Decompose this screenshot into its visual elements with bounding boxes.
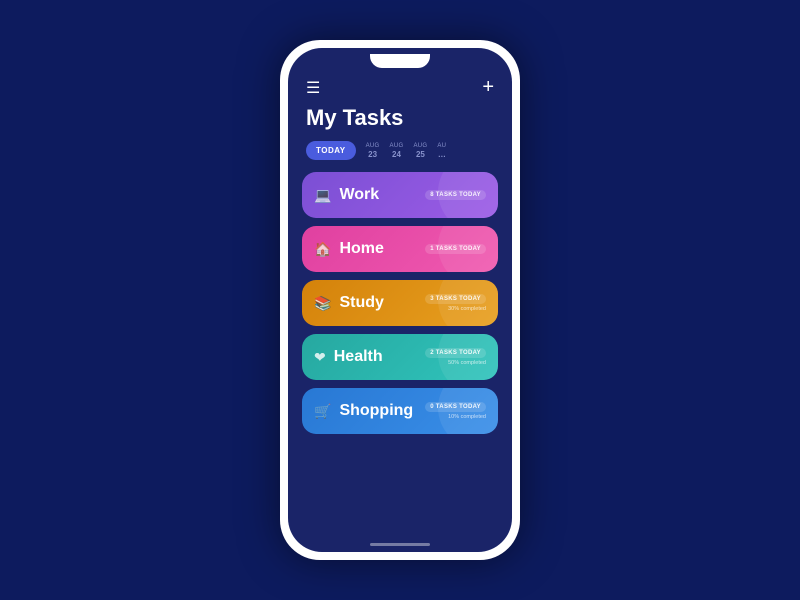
task-progress: 10% completed — [448, 414, 486, 420]
task-right: 0 TASKS today 10% completed — [425, 402, 486, 420]
date-aug25[interactable]: AUG 25 — [413, 143, 427, 159]
task-card-home[interactable]: 🏠 Home 1 TASKS today — [302, 226, 498, 272]
task-name: Health — [334, 348, 383, 366]
study-icon: 📚 — [314, 295, 331, 312]
task-name: Home — [339, 240, 383, 258]
page-title: My Tasks — [288, 105, 512, 141]
date-day: 25 — [416, 150, 425, 159]
task-right: 2 TASKS today 50% completed — [425, 348, 486, 366]
work-icon: 💻 — [314, 187, 331, 204]
date-month: AUG — [366, 143, 380, 149]
date-month: AUG — [390, 143, 404, 149]
shopping-icon: 🛒 — [314, 403, 331, 420]
task-name: Shopping — [339, 402, 413, 420]
task-right: 3 TASKS today 30% completed — [425, 294, 486, 312]
task-right: 1 TASKS today — [425, 244, 486, 254]
date-aug26[interactable]: AU … — [437, 143, 446, 159]
task-card-work[interactable]: 💻 Work 8 TASKS today — [302, 172, 498, 218]
date-aug24[interactable]: AUG 24 — [390, 143, 404, 159]
today-button[interactable]: TODAY — [306, 141, 356, 160]
task-left: 💻 Work — [314, 186, 379, 204]
task-count: 1 TASKS today — [425, 244, 486, 254]
notch-bar — [288, 48, 512, 72]
task-card-study[interactable]: 📚 Study 3 TASKS today 30% completed — [302, 280, 498, 326]
date-month: AUG — [413, 143, 427, 149]
date-month: AU — [437, 143, 446, 149]
task-left: 🏠 Home — [314, 240, 384, 258]
date-day: 23 — [368, 150, 377, 159]
task-right: 8 TASKS today — [425, 190, 486, 200]
home-icon: 🏠 — [314, 241, 331, 258]
task-count: 8 TASKS today — [425, 190, 486, 200]
date-day: … — [438, 150, 446, 159]
task-progress: 50% completed — [448, 360, 486, 366]
task-count: 2 TASKS today — [425, 348, 486, 358]
menu-icon[interactable]: ☰ — [306, 78, 320, 98]
task-card-health[interactable]: ❤ Health 2 TASKS today 50% completed — [302, 334, 498, 380]
phone-frame: ☰ + My Tasks TODAY AUG 23 AUG 24 AUG 25 … — [280, 40, 520, 560]
task-progress: 30% completed — [448, 306, 486, 312]
add-button[interactable]: + — [482, 76, 494, 99]
phone-screen: ☰ + My Tasks TODAY AUG 23 AUG 24 AUG 25 … — [288, 48, 512, 552]
task-left: 📚 Study — [314, 294, 384, 312]
task-left: 🛒 Shopping — [314, 402, 413, 420]
task-count: 3 TASKS today — [425, 294, 486, 304]
notch — [370, 54, 430, 68]
tasks-list: 💻 Work 8 TASKS today 🏠 Home 1 TASKS today 📚 Stu… — [288, 172, 512, 539]
home-indicator — [288, 539, 512, 552]
home-bar — [370, 543, 430, 546]
date-aug23[interactable]: AUG 23 — [366, 143, 380, 159]
date-strip: TODAY AUG 23 AUG 24 AUG 25 AU … — [288, 141, 512, 172]
task-count: 0 TASKS today — [425, 402, 486, 412]
app-header: ☰ + — [288, 72, 512, 105]
health-icon: ❤ — [314, 349, 326, 366]
task-left: ❤ Health — [314, 348, 383, 366]
task-name: Work — [339, 186, 379, 204]
date-day: 24 — [392, 150, 401, 159]
task-card-shopping[interactable]: 🛒 Shopping 0 TASKS today 10% completed — [302, 388, 498, 434]
task-name: Study — [339, 294, 383, 312]
